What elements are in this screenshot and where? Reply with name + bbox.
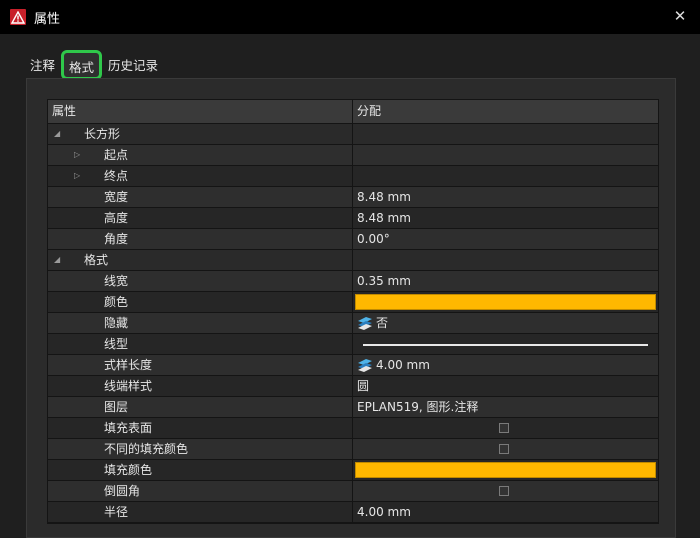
property-label: 图层 [104,400,129,414]
line-type-sample[interactable] [363,344,648,346]
triangle-right-icon[interactable]: ▷ [74,145,80,165]
property-label: 不同的填充颜色 [104,442,189,456]
row-layer[interactable]: 图层 EPLAN519, 图形.注释 [48,397,658,418]
pattern-length-value: 4.00 mm [376,358,430,372]
radius-value[interactable]: 4.00 mm [353,502,658,522]
property-label: 宽度 [104,190,129,204]
column-header-value: 分配 [357,104,382,118]
row-angle[interactable]: 角度 0.00° [48,229,658,250]
property-label: 终点 [104,169,129,183]
row-radius[interactable]: 半径 4.00 mm [48,502,658,523]
title-bar: 属性 ✕ [0,0,700,34]
tab-history[interactable]: 历史记录 [104,54,162,78]
row-different-fill-color[interactable]: 不同的填充颜色 [48,439,658,460]
category-label: 长方形 [84,127,121,141]
row-pattern-length[interactable]: 式样长度 4.00 mm [48,355,658,376]
line-width-value[interactable]: 0.35 mm [353,271,658,291]
row-fill-color[interactable]: 填充颜色 [48,460,658,481]
layer-value[interactable]: EPLAN519, 图形.注释 [353,397,658,417]
window-title: 属性 [34,11,61,27]
layered-parameter-icon [357,358,373,372]
fill-color-swatch[interactable] [355,462,656,478]
row-hidden[interactable]: 隐藏 否 [48,313,658,334]
row-start-point[interactable]: ▷ 起点 [48,145,658,166]
row-fill-surface[interactable]: 填充表面 [48,418,658,439]
close-icon[interactable]: ✕ [670,6,690,26]
rounded-corners-checkbox[interactable] [499,486,509,496]
property-label: 式样长度 [104,358,153,372]
row-height[interactable]: 高度 8.48 mm [48,208,658,229]
property-label: 线端样式 [104,379,153,393]
row-end-point[interactable]: ▷ 终点 [48,166,658,187]
angle-value[interactable]: 0.00° [353,229,658,249]
row-line-type[interactable]: 线型 [48,334,658,355]
property-label: 半径 [104,505,129,519]
property-label: 填充表面 [104,421,153,435]
tab-format[interactable]: 格式 [61,50,103,80]
properties-panel: 属性 分配 ◢ 长方形 ▷ 起点 ▷ 终点 宽度 8.48 mm 高度 8.48… [26,78,676,538]
height-value[interactable]: 8.48 mm [353,208,658,228]
category-label: 格式 [84,253,109,267]
line-end-value[interactable]: 圆 [353,376,658,396]
property-grid: 属性 分配 ◢ 长方形 ▷ 起点 ▷ 终点 宽度 8.48 mm 高度 8.48… [47,99,659,524]
property-label: 隐藏 [104,316,129,330]
row-color[interactable]: 颜色 [48,292,658,313]
row-line-width[interactable]: 线宽 0.35 mm [48,271,658,292]
warning-triangle-icon [10,9,26,25]
property-label: 颜色 [104,295,129,309]
property-label: 起点 [104,148,129,162]
triangle-down-icon[interactable]: ◢ [54,250,60,270]
category-rectangle[interactable]: ◢ 长方形 [48,124,658,145]
column-header-property: 属性 [48,100,353,123]
category-format[interactable]: ◢ 格式 [48,250,658,271]
triangle-down-icon[interactable]: ◢ [54,124,60,144]
row-line-end-style[interactable]: 线端样式 圆 [48,376,658,397]
row-width[interactable]: 宽度 8.48 mm [48,187,658,208]
property-label: 高度 [104,211,129,225]
property-label: 线宽 [104,274,129,288]
layered-parameter-icon [357,316,373,330]
triangle-right-icon[interactable]: ▷ [74,166,80,186]
fill-surface-checkbox[interactable] [499,423,509,433]
row-rounded-corners[interactable]: 倒圆角 [48,481,658,502]
color-swatch[interactable] [355,294,656,310]
different-fill-checkbox[interactable] [499,444,509,454]
width-value[interactable]: 8.48 mm [353,187,658,207]
grid-header: 属性 分配 [48,100,658,124]
hidden-value: 否 [376,316,389,330]
tab-bar: 注释 格式 历史记录 [26,50,162,80]
tab-annotation[interactable]: 注释 [26,54,59,78]
property-label: 倒圆角 [104,484,141,498]
property-label: 线型 [104,337,129,351]
property-label: 角度 [104,232,129,246]
property-label: 填充颜色 [104,463,153,477]
